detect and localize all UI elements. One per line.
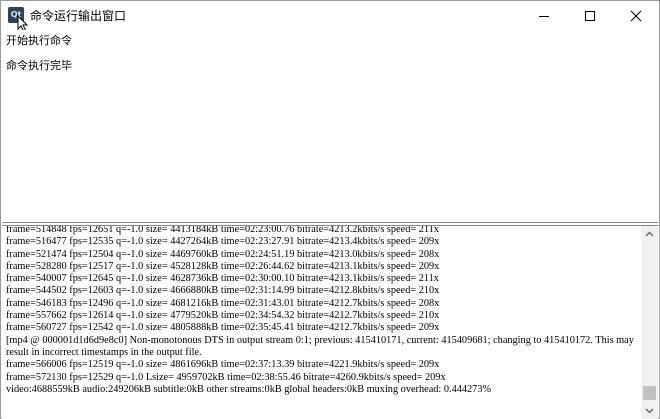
minimize-icon <box>539 16 549 17</box>
scroll-up-button[interactable] <box>641 226 658 243</box>
scrollbar-thumb[interactable] <box>643 386 656 400</box>
log-text: frame=514848 fps=12651 q=-1.0 size= 4413… <box>6 225 637 396</box>
log-line-warning: [mp4 @ 000001d1d6d9e8c0] Non-monotonous … <box>6 334 637 358</box>
log-line-summary: video:4688559kB audio:249206kB subtitle:… <box>6 383 492 395</box>
log-line: frame=546183 fps=12496 q=-1.0 size= 4681… <box>6 297 440 309</box>
log-line: frame=566006 fps=12519 q=-1.0 size= 4861… <box>6 359 440 371</box>
log-vertical-scrollbar[interactable] <box>641 226 658 419</box>
window-title: 命令运行输出窗口 <box>30 9 127 23</box>
status-output-area[interactable]: 开始执行命令 命令执行完毕 <box>2 30 658 223</box>
close-icon <box>630 10 642 22</box>
scroll-down-button[interactable] <box>641 402 658 419</box>
chevron-down-icon <box>645 408 654 414</box>
status-line-start: 开始执行命令 <box>6 34 72 47</box>
log-line: frame=521474 fps=12504 q=-1.0 size= 4469… <box>6 248 440 260</box>
log-line: frame=516477 fps=12535 q=-1.0 size= 4427… <box>6 236 440 248</box>
log-line: frame=528280 fps=12517 q=-1.0 size= 4528… <box>6 260 440 272</box>
log-line: frame=544502 fps=12603 q=-1.0 size= 4666… <box>6 285 440 297</box>
title-bar[interactable]: Qt 命令运行输出窗口 <box>1 1 659 32</box>
command-output-window: Qt 命令运行输出窗口 开始执行命令 命令执行完毕 frame=514848 f… <box>0 0 660 419</box>
log-line: frame=572130 fps=12529 q=-1.0 Lsize= 495… <box>6 371 446 383</box>
maximize-button[interactable] <box>567 1 613 30</box>
maximize-icon <box>585 11 595 21</box>
minimize-button[interactable] <box>521 1 567 30</box>
log-line: frame=540007 fps=12645 q=-1.0 size= 4628… <box>6 273 439 285</box>
log-line: frame=560727 fps=12542 q=-1.0 size= 4805… <box>6 322 440 334</box>
close-button[interactable] <box>613 1 659 30</box>
status-line-finish: 命令执行完毕 <box>6 59 72 72</box>
log-line: frame=557662 fps=12614 q=-1.0 size= 4779… <box>6 310 440 322</box>
log-line: frame=514848 fps=12651 q=-1.0 size= 4413… <box>6 225 439 235</box>
chevron-up-icon <box>645 231 654 237</box>
log-output-area[interactable]: frame=514848 fps=12651 q=-1.0 size= 4413… <box>2 225 658 419</box>
